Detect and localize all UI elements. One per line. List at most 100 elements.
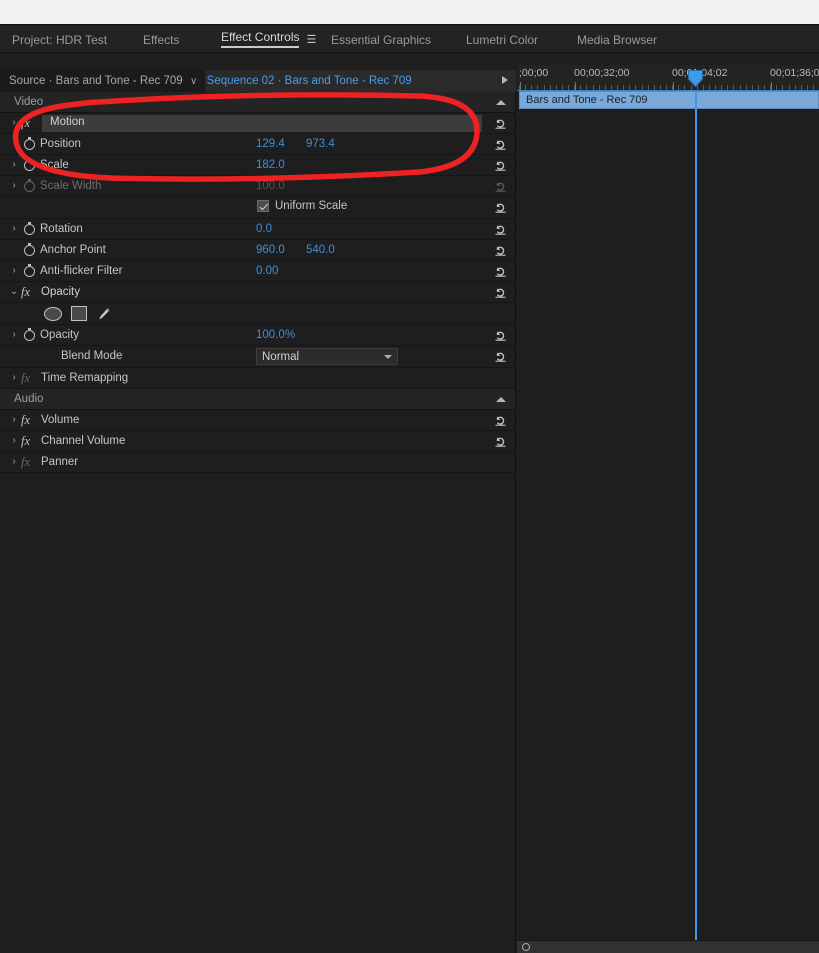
zoom-handle-left[interactable] bbox=[522, 943, 530, 951]
stopwatch-keyframe-icon[interactable] bbox=[21, 242, 38, 256]
mask-tools-row bbox=[0, 303, 515, 325]
timeline-zoom-scrollbar[interactable] bbox=[517, 940, 819, 953]
fx-icon[interactable]: fx bbox=[21, 434, 39, 449]
stopwatch-keyframe-icon[interactable] bbox=[21, 157, 38, 171]
disclosure-triangle-open-icon[interactable]: ⌄ bbox=[7, 287, 21, 297]
tab-lumetri-color[interactable]: Lumetri Color bbox=[464, 26, 540, 53]
reset-button[interactable] bbox=[493, 413, 508, 428]
disclosure-spacer: › bbox=[7, 245, 21, 255]
reset-button[interactable] bbox=[493, 116, 508, 131]
ellipse-mask-icon[interactable] bbox=[44, 306, 62, 321]
stopwatch-keyframe-icon[interactable] bbox=[21, 327, 38, 341]
ruler-label: 00;00;32;00 bbox=[574, 67, 630, 79]
disclosure-triangle-icon[interactable]: › bbox=[7, 118, 21, 128]
reset-button[interactable] bbox=[493, 200, 508, 215]
stopwatch-keyframe-icon[interactable] bbox=[21, 221, 38, 235]
effect-row-motion[interactable]: › fx Motion bbox=[0, 113, 515, 134]
timeline-ruler[interactable]: ;00;00 00;00;32;00 00;01;04;02 00;01;36;… bbox=[517, 65, 819, 91]
reset-button[interactable] bbox=[493, 158, 508, 173]
reset-button[interactable] bbox=[493, 137, 508, 152]
property-row-opacity[interactable]: › Opacity 100.0 % bbox=[0, 325, 515, 346]
tab-essential-graphics[interactable]: Essential Graphics bbox=[329, 26, 433, 53]
opacity-value[interactable]: 100.0 bbox=[256, 329, 285, 341]
play-arrow-icon[interactable] bbox=[502, 76, 508, 84]
rotation-value[interactable]: 0.0 bbox=[256, 223, 272, 235]
disclosure-triangle-icon[interactable]: › bbox=[7, 373, 21, 383]
stopwatch-keyframe-icon bbox=[21, 178, 38, 192]
uniform-scale-checkbox[interactable] bbox=[257, 200, 269, 212]
property-row-uniform-scale[interactable]: Uniform Scale bbox=[0, 197, 515, 219]
panel-menu-icon[interactable]: ☰ bbox=[306, 33, 316, 46]
effect-label: Channel Volume bbox=[41, 435, 126, 447]
tab-project-hdr-test[interactable]: Project: HDR Test bbox=[10, 26, 109, 53]
property-label: Blend Mode bbox=[61, 350, 123, 362]
playhead-line bbox=[695, 91, 697, 953]
group-header-video[interactable]: Video bbox=[0, 92, 515, 113]
fx-icon: fx bbox=[21, 454, 31, 469]
anchor-point-y-value[interactable]: 540.0 bbox=[306, 244, 335, 256]
reset-button bbox=[493, 179, 508, 194]
stopwatch-keyframe-icon[interactable] bbox=[21, 263, 38, 277]
chevron-down-icon[interactable]: ∨ bbox=[183, 76, 205, 87]
disclosure-triangle-icon[interactable]: › bbox=[7, 266, 21, 276]
property-row-anti-flicker-filter[interactable]: › Anti-flicker Filter 0.00 bbox=[0, 261, 515, 282]
timeline-clip-bar[interactable]: Bars and Tone - Rec 709 bbox=[519, 91, 819, 109]
reset-button[interactable] bbox=[493, 434, 508, 449]
property-row-position[interactable]: › Position 129.4 973.4 bbox=[0, 134, 515, 155]
sequence-clip-label[interactable]: Sequence 02 · Bars and Tone - Rec 709 bbox=[204, 70, 516, 92]
tab-effects[interactable]: Effects bbox=[141, 26, 181, 53]
reset-button[interactable] bbox=[493, 264, 508, 279]
property-label: Rotation bbox=[40, 223, 83, 235]
reset-button[interactable] bbox=[493, 243, 508, 258]
tab-media-browser[interactable]: Media Browser bbox=[575, 26, 659, 53]
fx-icon[interactable]: fx bbox=[21, 116, 39, 131]
source-sequence-bar: Source · Bars and Tone - Rec 709 ∨ Seque… bbox=[0, 70, 516, 92]
tab-label: Effects bbox=[143, 32, 180, 47]
property-row-blend-mode[interactable]: Blend Mode Normal bbox=[0, 346, 515, 368]
anchor-point-x-value[interactable]: 960.0 bbox=[256, 244, 285, 256]
fx-icon: fx bbox=[21, 370, 31, 385]
fx-icon[interactable]: fx bbox=[21, 413, 39, 428]
property-row-scale[interactable]: › Scale 182.0 bbox=[0, 155, 515, 176]
group-label: Video bbox=[14, 96, 44, 108]
disclosure-triangle-icon[interactable]: › bbox=[7, 160, 21, 170]
group-header-audio[interactable]: Audio bbox=[0, 389, 515, 410]
playhead-handle[interactable] bbox=[688, 70, 703, 87]
effect-label: Panner bbox=[41, 456, 79, 468]
reset-button[interactable] bbox=[493, 222, 508, 237]
stopwatch-keyframe-icon[interactable] bbox=[21, 136, 38, 150]
disclosure-triangle-icon[interactable]: › bbox=[7, 415, 21, 425]
effect-row-volume[interactable]: › fx Volume bbox=[0, 410, 515, 431]
blend-mode-select[interactable]: Normal bbox=[256, 348, 398, 365]
disclosure-triangle-icon[interactable]: › bbox=[7, 330, 21, 340]
checkbox-label: Uniform Scale bbox=[275, 200, 348, 212]
disclosure-triangle-icon[interactable]: › bbox=[7, 224, 21, 234]
property-row-anchor-point[interactable]: › Anchor Point 960.0 540.0 bbox=[0, 240, 515, 261]
fx-icon[interactable]: fx bbox=[21, 285, 39, 300]
effect-row-panner[interactable]: › fx Panner bbox=[0, 452, 515, 473]
tab-label: Project: HDR Test bbox=[12, 32, 108, 47]
effect-row-opacity[interactable]: ⌄ fx Opacity bbox=[0, 282, 515, 303]
effect-label: Motion bbox=[50, 116, 85, 128]
collapse-triangle-icon[interactable] bbox=[496, 100, 506, 105]
panel-tab-bar: Project: HDR Test Effects Effect Control… bbox=[0, 26, 819, 53]
property-row-rotation[interactable]: › Rotation 0.0 bbox=[0, 219, 515, 240]
reset-button[interactable] bbox=[493, 285, 508, 300]
ruler-label: ;00;00 bbox=[519, 67, 549, 79]
position-x-value[interactable]: 129.4 bbox=[256, 138, 285, 150]
pen-mask-icon[interactable] bbox=[96, 307, 111, 321]
tab-effect-controls[interactable]: Effect Controls ☰ bbox=[219, 26, 318, 53]
effect-row-time-remapping[interactable]: › fx Time Remapping bbox=[0, 368, 515, 389]
position-y-value[interactable]: 973.4 bbox=[306, 138, 335, 150]
scale-value[interactable]: 182.0 bbox=[256, 159, 285, 171]
reset-button[interactable] bbox=[493, 328, 508, 343]
rectangle-mask-icon[interactable] bbox=[71, 306, 87, 321]
effect-row-channel-volume[interactable]: › fx Channel Volume bbox=[0, 431, 515, 452]
effect-name-highlight: Motion bbox=[42, 115, 482, 132]
property-label: Opacity bbox=[40, 329, 79, 341]
disclosure-triangle-icon[interactable]: › bbox=[7, 457, 21, 467]
disclosure-triangle-icon[interactable]: › bbox=[7, 436, 21, 446]
reset-button[interactable] bbox=[493, 349, 508, 364]
anti-flicker-value[interactable]: 0.00 bbox=[256, 265, 278, 277]
collapse-triangle-icon[interactable] bbox=[496, 397, 506, 402]
